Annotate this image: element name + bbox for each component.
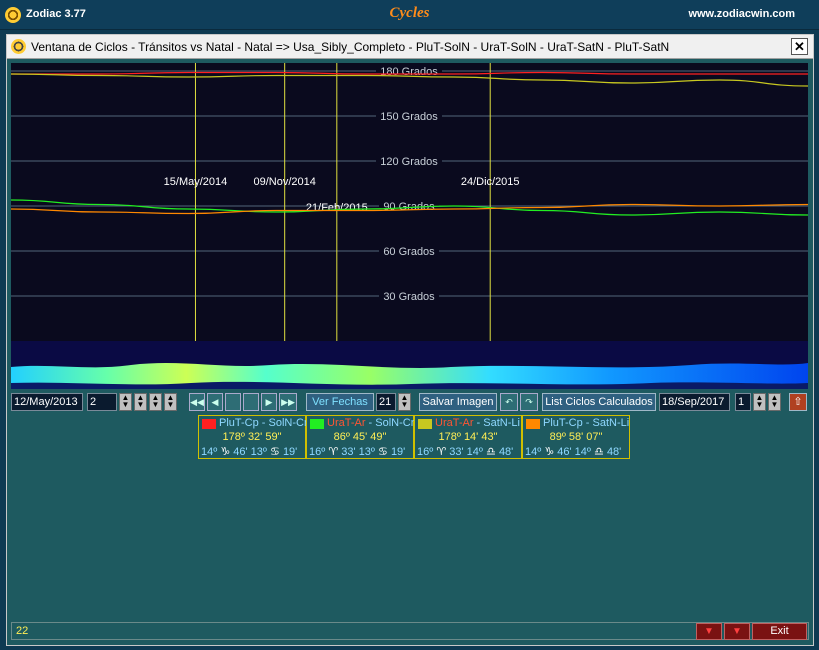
legend-item-4: PluT-Cp - SatN-Li 89º 58' 07" 14º ♑ 46' … <box>522 415 630 459</box>
legend-swatch <box>310 419 324 429</box>
legend-positions: 16º ♈ 33' 13º ♋ 19' <box>309 445 406 458</box>
ver-fechas-button[interactable]: Ver Fechas <box>306 393 374 411</box>
legend-degrees: 86º 45' 49" <box>333 431 387 443</box>
end-date-field[interactable]: 18/Sep/2017 <box>659 393 730 411</box>
status-value: 22 <box>16 625 29 637</box>
cycles-chart[interactable]: 180 Grados150 Grados120 Grados90 Grados6… <box>11 63 808 341</box>
y-tick-label: 150 Grados <box>380 111 438 123</box>
forward-button[interactable]: ▶ <box>261 393 277 411</box>
legend-swatch <box>202 419 216 429</box>
list-ciclos-button[interactable]: List Ciclos Calculados <box>542 393 656 411</box>
app-bar: Zodiac 3.77 Cycles www.zodiacwin.com <box>0 0 819 30</box>
y-tick-label: 60 Grados <box>383 246 435 258</box>
toolbar: 12/May/2013 2 ▲ ▼ ▲ ▼ ▲ ▼ ▲ ▼ ◀◀ ◀ ▶ ▶▶ Ver … <box>11 393 808 411</box>
step-spinner-3[interactable]: ▲ ▼ <box>149 393 162 411</box>
up-arrow-button[interactable]: ⇧ <box>789 393 807 411</box>
exit-button[interactable]: Exit <box>752 623 807 640</box>
legend-positions: 16º ♈ 33' 14º ♎ 48' <box>417 445 514 458</box>
end-spinner-1[interactable]: ▲ ▼ <box>753 393 766 411</box>
end-spinner-2[interactable]: ▲ ▼ <box>768 393 781 411</box>
y-tick-label: 120 Grados <box>380 156 438 168</box>
start-date-field[interactable]: 12/May/2013 <box>11 393 83 411</box>
rewind-fast-button[interactable]: ◀◀ <box>189 393 205 411</box>
slot-button-1[interactable] <box>225 393 241 411</box>
legend-positions: 14º ♑ 46' 14º ♎ 48' <box>525 445 622 458</box>
legend-positions: 14º ♑ 46' 13º ♋ 19' <box>201 445 298 458</box>
step-spinner-4[interactable]: ▲ ▼ <box>164 393 177 411</box>
close-button[interactable]: ✕ <box>791 38 808 55</box>
legend-swatch <box>418 419 432 429</box>
legend-name: PluT-Cp - SolN-Cn <box>219 417 311 429</box>
down-button-1[interactable]: ▼ <box>696 623 722 640</box>
step-spinner-1[interactable]: ▲ ▼ <box>119 393 132 411</box>
y-tick-label: 30 Grados <box>383 291 435 303</box>
legend: PluT-Cp - SolN-Cn 178º 32' 59" 14º ♑ 46'… <box>198 415 632 459</box>
undo-icon[interactable]: ↶ <box>500 393 518 411</box>
zodiac-window-icon <box>11 39 26 54</box>
end-step-field[interactable]: 1 <box>735 393 751 411</box>
step-spinner-2[interactable]: ▲ ▼ <box>134 393 147 411</box>
legend-name: UraT-Ar - SolN-Cn <box>327 417 417 429</box>
redo-icon[interactable]: ↷ <box>520 393 538 411</box>
cycles-window: Ventana de Ciclos - Tránsitos vs Natal -… <box>6 34 814 646</box>
status-bar: 22 <box>11 622 809 640</box>
legend-name: UraT-Ar - SatN-Li <box>435 417 520 429</box>
slot-button-2[interactable] <box>243 393 259 411</box>
date-marker-label: 09/Nov/2014 <box>253 176 315 188</box>
legend-swatch <box>526 419 540 429</box>
app-url[interactable]: www.zodiacwin.com <box>688 8 795 20</box>
legend-degrees: 89º 58' 07" <box>549 431 603 443</box>
legend-item-2: UraT-Ar - SolN-Cn 86º 45' 49" 16º ♈ 33' … <box>306 415 417 459</box>
legend-degrees: 178º 32' 59" <box>222 431 282 443</box>
ver-fechas-spinner[interactable]: ▲ ▼ <box>398 393 411 411</box>
legend-item-3: UraT-Ar - SatN-Li 178º 14' 43" 16º ♈ 33'… <box>414 415 522 459</box>
rewind-button[interactable]: ◀ <box>207 393 223 411</box>
intensity-strip <box>11 341 808 389</box>
legend-degrees: 178º 14' 43" <box>438 431 498 443</box>
ver-fechas-field[interactable]: 21 <box>376 393 396 411</box>
step-field[interactable]: 2 <box>87 393 117 411</box>
date-marker-label: 21/Feb/2015 <box>306 202 368 214</box>
series-line <box>11 73 808 87</box>
window-titlebar: Ventana de Ciclos - Tránsitos vs Natal -… <box>7 35 813 59</box>
window-title: Ventana de Ciclos - Tránsitos vs Natal -… <box>31 40 670 54</box>
legend-item-1: PluT-Cp - SolN-Cn 178º 32' 59" 14º ♑ 46'… <box>198 415 310 459</box>
date-marker-label: 24/Dic/2015 <box>461 176 520 188</box>
legend-name: PluT-Cp - SatN-Li <box>543 417 630 429</box>
date-marker-label: 15/May/2014 <box>164 176 228 188</box>
down-button-2[interactable]: ▼ <box>724 623 750 640</box>
salvar-imagen-button[interactable]: Salvar Imagen <box>419 393 497 411</box>
forward-fast-button[interactable]: ▶▶ <box>279 393 297 411</box>
